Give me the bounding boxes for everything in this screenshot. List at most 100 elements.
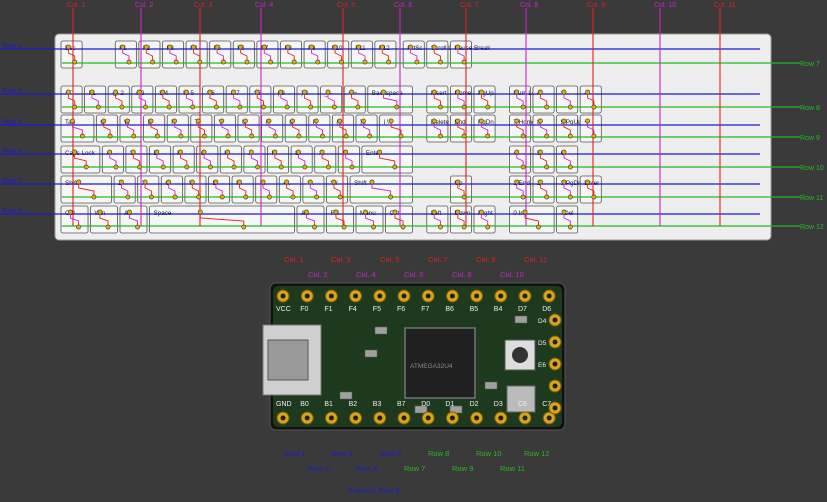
pin-label-top: F5 [373,306,381,313]
board-col-label: Col. 3 [331,255,351,264]
switch-pin [367,133,373,139]
switch-pin [272,133,278,139]
column-label-top: Col. 3 [194,2,212,9]
switch-pin [242,118,248,124]
switch-pin [567,224,573,230]
board-row-label-interior: (Interior) Row 6 [348,486,400,495]
switch-pin [301,89,307,95]
pin-label-right: E6 [538,362,546,369]
board-col-label: Col. 7 [428,255,448,264]
switch-pin [314,194,320,200]
switch-pin [172,194,178,200]
switch-pin [225,149,231,155]
switch-pin [461,133,467,139]
pin-hole [552,361,558,367]
switch-pin [478,118,484,124]
pin-label-top: D7 [518,306,527,313]
pin-label-top: B5 [470,306,479,313]
pin-hole [401,293,407,299]
switch-pin [369,179,375,185]
pin-hole [425,293,431,299]
switch-pin [485,104,491,110]
pin-hole [522,415,528,421]
switch-pin [149,194,154,200]
pin-hole [474,293,480,299]
board-col-label: Col. 10 [500,270,524,279]
pin-label-bottom: D2 [470,401,479,408]
switch-pin [184,164,190,170]
switch-pin [207,89,213,95]
board-row-label: Row 4 [356,464,377,473]
pin-label-top: F7 [421,306,429,313]
column-label-top: Col. 5 [337,2,355,9]
switch-pin [337,194,343,200]
switch-pin [143,104,148,110]
switch-pin [520,133,526,139]
column-label-top: Col. 2 [135,2,153,9]
switch-pin [355,104,361,110]
switch-pin [97,209,103,215]
switch-pin [544,133,550,139]
chip-text: ATMEGA32U4 [410,363,453,370]
switch-pin [65,89,71,95]
switch-pin [160,89,166,95]
switch-pin [343,133,349,139]
pin-label-bottom: B1 [324,401,333,408]
board-col-label: Col. 11 [524,255,547,264]
switch-pin [278,89,284,95]
switch-pin [320,133,325,139]
switch-pin [585,89,590,95]
pin-hole [498,415,504,421]
switch-pin [107,133,113,139]
switch-pin [362,59,368,65]
switch-pin [325,89,331,95]
switch-pin [119,179,124,185]
switch-pin [400,224,406,230]
switch-pin [120,44,126,50]
switch-pin [455,44,461,50]
switch-pin [394,104,400,110]
pin-hole [280,415,286,421]
switch-pin [248,149,254,155]
board-col-label: Col. 2 [308,270,328,279]
switch-pin [254,89,260,95]
pin-hole [425,415,431,421]
pin-label-top: F1 [324,306,332,313]
switch-pin [83,164,89,170]
switch-pin [326,164,331,170]
pin-label-right: D4 [538,318,547,325]
switch-pin [438,224,443,230]
switch-pin [591,133,597,139]
pin-label-bottom: D3 [494,401,503,408]
switch-pin [284,104,290,110]
switch-pin [65,44,71,50]
pin-hole [552,405,558,411]
switch-pin [537,89,543,95]
switch-pin [585,118,590,124]
pin-label-bottom: B3 [373,401,382,408]
switch-pin [172,118,177,124]
switch-pin [220,59,226,65]
pin-label-bottom: D0 [421,401,430,408]
switch-pin [304,209,309,215]
pin-label-bottom: B2 [349,401,358,408]
switch-pin [154,133,160,139]
switch-pin [585,179,590,185]
usb-connector-inner [267,339,309,381]
switch-pin [331,104,337,110]
switch-pin [202,133,207,139]
switch-pin [113,164,119,170]
reset-button-cap [512,347,528,363]
switch-pin [243,194,249,200]
switch-pin [461,104,467,110]
switch-pin [70,118,75,124]
row-label-left: Row 6 [2,208,22,215]
switch-pin [208,164,213,170]
switch-pin [319,149,325,155]
pin-hole [474,415,480,421]
switch-pin [431,118,437,124]
switch-pin [261,104,266,110]
switch-pin [567,164,573,170]
switch-pin [213,179,219,185]
switch-pin [148,118,154,124]
